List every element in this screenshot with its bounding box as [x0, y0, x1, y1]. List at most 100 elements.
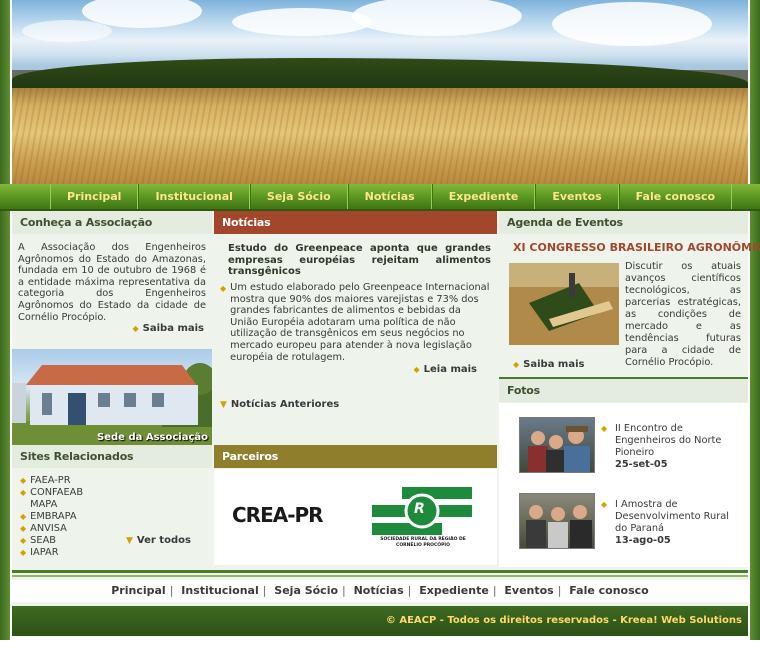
news-body: Um estudo elaborado pelo Greenpeace Inte…	[230, 282, 490, 363]
list-item[interactable]: ◆MAPA	[20, 499, 204, 511]
footer-bar: © AEACP - Todos os direitos reservados -…	[12, 606, 748, 636]
bullet-icon: ◆	[220, 284, 227, 293]
photo-thumb[interactable]	[519, 417, 595, 473]
photo-caption[interactable]: II Encontro de Engenheiros do Norte Pion…	[603, 423, 743, 459]
photo-date: 25-set-05	[615, 459, 668, 470]
photo-caption-row: ◆ II Encontro de Engenheiros do Norte Pi…	[601, 423, 743, 471]
site-link-embrapa[interactable]: EMBRAPA	[30, 511, 76, 522]
nav-expediente[interactable]: Expediente	[431, 184, 536, 209]
photo-thumb[interactable]	[519, 493, 595, 549]
news-more-row: ◆ Leia mais	[214, 363, 497, 399]
page: Principal Institucional Seja Sócio Notíc…	[0, 0, 760, 636]
previous-news-link[interactable]: Notícias Anteriores	[231, 399, 339, 410]
all-sites-row: ▼ Ver todos	[126, 535, 191, 547]
nav-seja-socio[interactable]: Seja Sócio	[249, 184, 348, 209]
photo-caption[interactable]: I Amostra de Desenvolvimento Rural do Pa…	[603, 499, 743, 535]
footer-link-institucional[interactable]: Institucional	[181, 584, 258, 597]
photo-date: 13-ago-05	[615, 535, 671, 546]
people-illustration	[526, 505, 592, 548]
left-column: Conheça a Associação A Associação dos En…	[12, 211, 212, 558]
site-link-faea-pr[interactable]: FAEA-PR	[30, 475, 70, 486]
bullet-icon: ◆	[413, 365, 420, 375]
bullet-icon: ◆	[20, 512, 27, 521]
bullet-icon: ◆	[20, 476, 27, 485]
sr-logo-letter: R	[414, 501, 425, 517]
footer-divider	[12, 575, 748, 577]
events-title: Agenda de Eventos	[499, 211, 748, 234]
harvester-illustration	[509, 263, 619, 345]
crea-pr-logo[interactable]: CREA-PR	[232, 503, 324, 527]
about-text: A Associação dos Engenheiros Agrônomos d…	[18, 242, 206, 323]
about-more-link[interactable]: Saiba mais	[143, 323, 204, 334]
event-text: Discutir os atuais avanços científicos t…	[625, 261, 741, 368]
footer-link-noticias[interactable]: Notícias	[354, 584, 404, 597]
partners-box: CREA-PR R SOCIEDADE RURAL DA REGIÃO DE C…	[214, 469, 497, 565]
wheat-field	[12, 88, 748, 184]
middle-column: Notícias Estudo do Greenpeace aponta que…	[214, 211, 497, 565]
nav-principal[interactable]: Principal	[50, 184, 139, 209]
previous-news-row: ▼ Notícias Anteriores	[214, 399, 497, 421]
footer-nav: Principal | Institucional | Seja Sócio | No…	[12, 580, 748, 602]
bullet-icon: ◆	[132, 324, 139, 333]
cloud	[552, 2, 712, 46]
footer-link-fale-conosco[interactable]: Fale conosco	[569, 584, 648, 597]
triangle-down-icon: ▼	[220, 400, 227, 411]
footer-link-principal[interactable]: Principal	[111, 584, 165, 597]
nav-institucional[interactable]: Institucional	[138, 184, 250, 209]
right-column: Agenda de Eventos XI CONGRESSO BRASILEIR…	[499, 211, 760, 567]
site-link-mapa[interactable]: MAPA	[30, 499, 57, 510]
list-item[interactable]: ◆ ANVISA	[20, 523, 204, 535]
sr-logo-text: SOCIEDADE RURAL DA REGIÃO DE CORNÉLIO PR…	[380, 537, 466, 548]
sites-title: Sites Relacionados	[12, 445, 212, 468]
cloud	[352, 0, 522, 36]
list-item[interactable]: ◆ EMBRAPA	[20, 511, 204, 523]
headquarters-caption: Sede da Associação	[97, 432, 208, 443]
bullet-icon: ◆	[20, 548, 27, 557]
headquarters-photo[interactable]: Sede da Associação	[12, 349, 212, 445]
main-nav: Principal Institucional Seja Sócio Notíc…	[0, 184, 760, 211]
list-item[interactable]: ◆ FAEA-PR	[20, 475, 204, 487]
footer-link-expediente[interactable]: Expediente	[419, 584, 489, 597]
bullet-icon: ◆	[601, 500, 608, 509]
nav-eventos[interactable]: Eventos	[535, 184, 619, 209]
news-headline[interactable]: Estudo do Greenpeace aponta que grandes …	[214, 234, 497, 282]
bullet-icon: ◆	[20, 524, 27, 533]
bullet-icon: ◆	[601, 424, 608, 433]
photo-caption-row: ◆ I Amostra de Desenvolvimento Rural do …	[601, 499, 743, 547]
about-more-row: ◆ Saiba mais	[12, 322, 212, 342]
footer-link-eventos[interactable]: Eventos	[504, 584, 553, 597]
event-title[interactable]: XI CONGRESSO BRASILEIRO AGRONÔMICO	[499, 234, 760, 258]
about-title: Conheça a Associação	[12, 211, 212, 234]
list-item[interactable]: ◆ IAPAR ▼ Ver todos	[20, 535, 204, 559]
sociedade-rural-logo[interactable]: R SOCIEDADE RURAL DA REGIÃO DE CORNÉLIO …	[368, 483, 478, 549]
news-body-row: ◆ Um estudo elaborado pelo Greenpeace In…	[214, 282, 497, 363]
site-link-confaeab[interactable]: CONFAEAB	[30, 487, 83, 498]
nav-fale-conosco[interactable]: Fale conosco	[618, 184, 733, 209]
bullet-icon: ◆	[20, 488, 27, 497]
news-title: Notícias	[214, 211, 497, 234]
cloud	[232, 8, 372, 36]
copyright-text: © AEACP - Todos os direitos reservados -…	[385, 615, 742, 626]
house-illustration	[12, 363, 212, 445]
list-item[interactable]: ◆ CONFAEAB	[20, 487, 204, 499]
site-link-seab[interactable]: SEAB	[30, 535, 56, 546]
bullet-icon: ◆	[20, 536, 27, 545]
photos-title: Fotos	[499, 379, 748, 402]
footer-link-seja-socio[interactable]: Seja Sócio	[274, 584, 338, 597]
nav-noticias[interactable]: Notícias	[347, 184, 432, 209]
event-photo[interactable]	[509, 263, 619, 345]
people-illustration	[528, 426, 590, 472]
header-banner	[12, 0, 748, 184]
news-more-link[interactable]: Leia mais	[424, 364, 477, 375]
event-more-row: ◆ Saiba mais	[513, 359, 584, 370]
footer-divider	[12, 570, 748, 573]
bullet-icon: ◆	[513, 360, 520, 369]
partners-title: Parceiros	[214, 445, 497, 468]
cloud	[22, 20, 112, 42]
sites-list: ◆FAEA-PR ◆CONFAEAB ◆MAPA ◆EMBRAPA ◆ANVIS…	[12, 469, 212, 565]
site-link-anvisa[interactable]: ANVISA	[30, 523, 67, 534]
all-sites-link[interactable]: Ver todos	[137, 535, 191, 546]
triangle-down-icon: ▼	[126, 536, 133, 546]
site-link-iapar[interactable]: IAPAR	[30, 547, 58, 558]
event-more-link[interactable]: Saiba mais	[523, 359, 584, 370]
